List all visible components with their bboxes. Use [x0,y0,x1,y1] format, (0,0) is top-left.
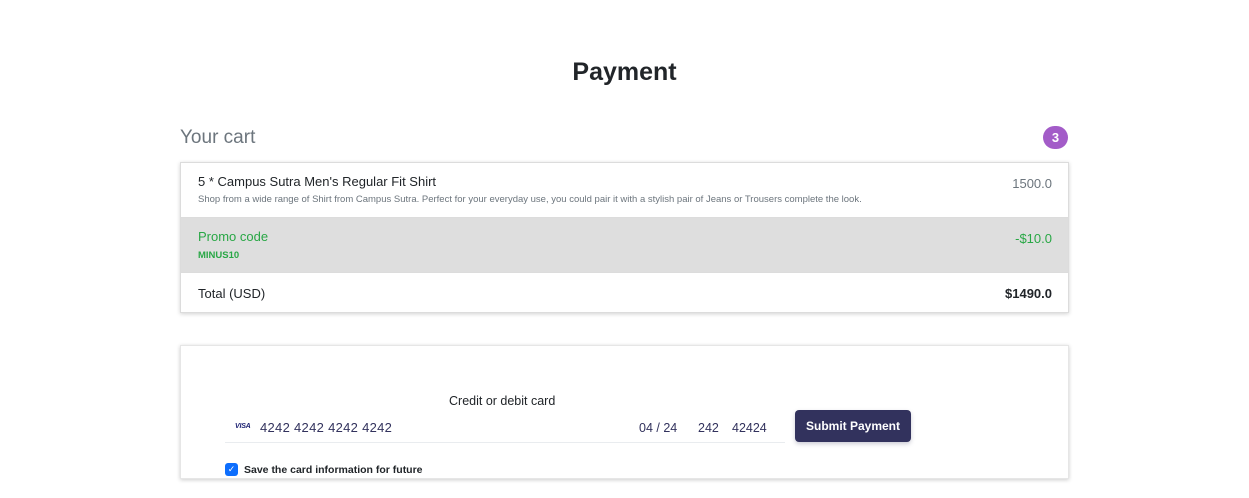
card-input[interactable]: VISA 4242 4242 4242 4242 04 / 24 242 424… [225,415,785,443]
total-value: $1490.0 [1005,286,1052,301]
page-title: Payment [572,58,677,86]
promo-amount: -$10.0 [1015,231,1052,246]
promo-label: Promo code [198,229,269,244]
cart-heading: Your cart [180,127,256,148]
total-label: Total (USD) [198,286,266,301]
cart-list: 5 * Campus Sutra Men's Regular Fit Shirt… [180,162,1069,313]
payment-panel: Credit or debit card VISA 4242 4242 4242… [180,345,1069,479]
save-card-checkbox[interactable]: ✓ [225,463,238,476]
cart-item-row: 5 * Campus Sutra Men's Regular Fit Shirt… [181,163,1068,218]
item-price: 1500.0 [1012,176,1052,191]
visa-icon: VISA [235,423,251,430]
save-card-label: Save the card information for future [244,463,423,476]
total-row: Total (USD) $1490.0 [181,273,1068,312]
save-card-option[interactable]: ✓ Save the card information for future [225,463,423,476]
checkmark-icon: ✓ [227,464,236,474]
card-zip-field[interactable]: 42424 [732,421,767,435]
card-number-field[interactable]: 4242 4242 4242 4242 [260,420,392,435]
promo-row: Promo code MINUS10 -$10.0 [181,218,1068,273]
card-cvc-field[interactable]: 242 [698,421,719,435]
promo-code: MINUS10 [198,250,240,261]
submit-payment-button[interactable]: Submit Payment [795,410,911,442]
cart-count-badge: 3 [1043,126,1068,149]
item-name: 5 * Campus Sutra Men's Regular Fit Shirt [198,174,437,189]
item-description: Shop from a wide range of Shirt from Cam… [198,194,862,205]
card-caption: Credit or debit card [449,394,556,408]
card-expiry-field[interactable]: 04 / 24 [639,421,677,435]
